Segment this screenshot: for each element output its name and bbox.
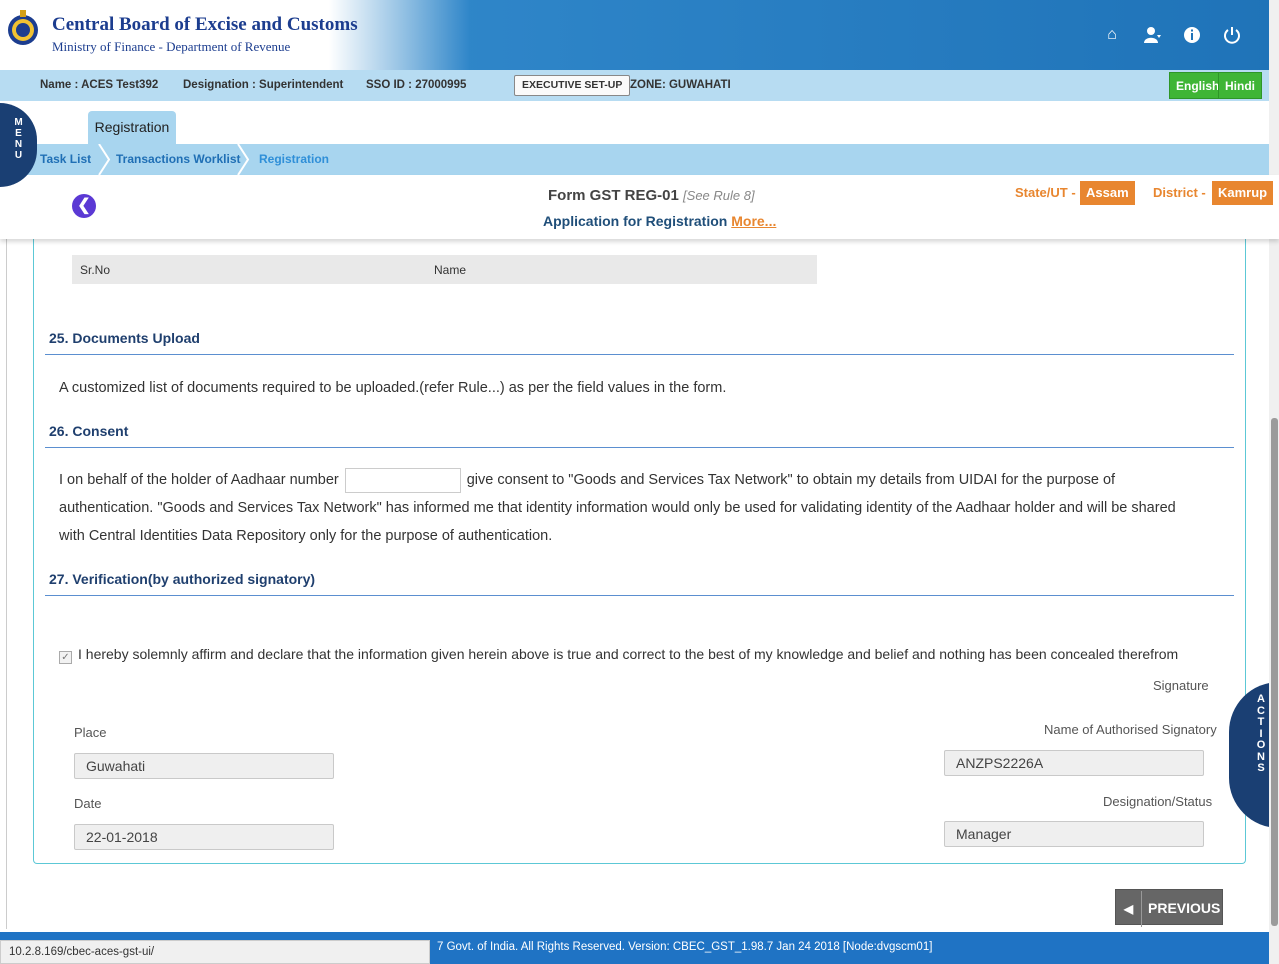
documents-text: A customized list of documents required … [59,380,727,396]
status-bar-url: 10.2.8.169/cbec-aces-gst-ui/ [0,940,430,964]
caret-left-icon: ◀ [1116,891,1142,927]
authorised-signatory-label: Name of Authorised Signatory [1044,722,1217,737]
state-value: Assam [1080,181,1135,205]
aadhaar-number-field[interactable] [344,467,461,493]
designation-status-label: Designation/Status [1103,794,1213,809]
form-header: ❮ Form GST REG-01 [See Rule 8] Applicati… [0,175,1279,239]
top-header: Central Board of Excise and Customs Mini… [0,0,1279,70]
district-value: Kamrup [1212,181,1274,205]
info-icon[interactable] [1183,26,1201,44]
chevron-right-icon [237,144,250,175]
back-arrow-icon[interactable]: ❮ [72,194,96,218]
declaration-text: I hereby solemnly affirm and declare tha… [78,646,1179,662]
consent-line-2: authentication. "Goods and Services Tax … [59,500,1176,516]
zone: ZONE: GUWAHATI [630,79,731,91]
declaration-row: ✓ I hereby solemnly affirm and declare th… [59,646,1178,664]
previous-button[interactable]: ◀ PREVIOUS [1115,889,1223,927]
date-label: Date [74,796,102,811]
logo-area: Central Board of Excise and Customs Mini… [0,0,470,70]
section-documents-upload: 25. Documents Upload [49,330,200,346]
place-label: Place [74,725,107,740]
table-header: Sr.No Name [72,255,817,284]
authorised-signatory-field[interactable]: ANZPS2226A [944,750,1204,776]
section-verification: 27. Verification(by authorized signatory… [49,571,316,587]
section-divider [45,354,1234,355]
page-border [6,239,7,929]
hindi-button[interactable]: Hindi [1218,72,1262,99]
state-label: State/UT - [1015,185,1076,200]
chevron-right-icon [98,144,111,175]
column-name: Name [434,263,467,277]
column-sr-no: Sr.No [80,263,111,277]
form-title-text: Form GST REG-01 [548,187,679,204]
consent-text-a: I on behalf of the holder of Aadhaar num… [59,472,339,488]
org-subtitle: Ministry of Finance - Department of Reve… [52,39,291,54]
section-consent: 26. Consent [49,423,129,439]
section-divider [45,447,1234,448]
form-title: Form GST REG-01 [See Rule 8] [548,187,755,204]
org-name: Central Board of Excise and Customs [52,14,358,35]
form-rule: [See Rule 8] [683,188,755,203]
executive-setup-button[interactable]: EXECUTIVE SET-UP [514,75,631,96]
user-designation: Designation : Superintendent [183,79,344,91]
breadcrumb: Task List Transactions Worklist Registra… [0,144,1279,175]
tab-registration[interactable]: Registration [88,111,176,144]
menu-label: MENU [14,117,23,161]
designation-status-field[interactable]: Manager [944,821,1204,847]
signature-label: Signature [1153,678,1209,693]
cbec-emblem-icon [8,10,38,45]
date-field[interactable]: 22-01-2018 [74,824,334,850]
place-field[interactable]: Guwahati [74,753,334,779]
section-divider [45,595,1234,596]
scrollbar-thumb[interactable] [1271,418,1278,926]
footer-text: 7 Govt. of India. All Rights Reserved. V… [437,941,933,953]
form-subtitle-text: Application for Registration [543,213,728,229]
declaration-checkbox[interactable]: ✓ [59,651,72,664]
consent-line-1: I on behalf of the holder of Aadhaar num… [59,467,1115,494]
sso-id: SSO ID : 27000995 [366,79,467,91]
user-info-bar: Name : ACES Test392 Designation : Superi… [0,70,1279,101]
top-icons: ⌂ [1103,26,1241,44]
consent-text-b: give consent to "Goods and Services Tax … [466,472,1116,488]
power-icon[interactable] [1223,26,1241,44]
user-name: Name : ACES Test392 [40,79,159,91]
user-icon[interactable] [1143,26,1161,44]
breadcrumb-registration[interactable]: Registration [259,152,329,166]
previous-label: PREVIOUS [1148,900,1221,916]
more-link[interactable]: More... [731,213,776,229]
breadcrumb-transactions-worklist[interactable]: Transactions Worklist [116,152,240,166]
breadcrumb-task-list[interactable]: Task List [40,152,91,166]
home-icon[interactable]: ⌂ [1103,26,1121,44]
consent-line-3: with Central Identities Data Repository … [59,528,553,544]
form-subtitle: Application for Registration More... [543,213,776,229]
district-label: District - [1153,185,1206,200]
